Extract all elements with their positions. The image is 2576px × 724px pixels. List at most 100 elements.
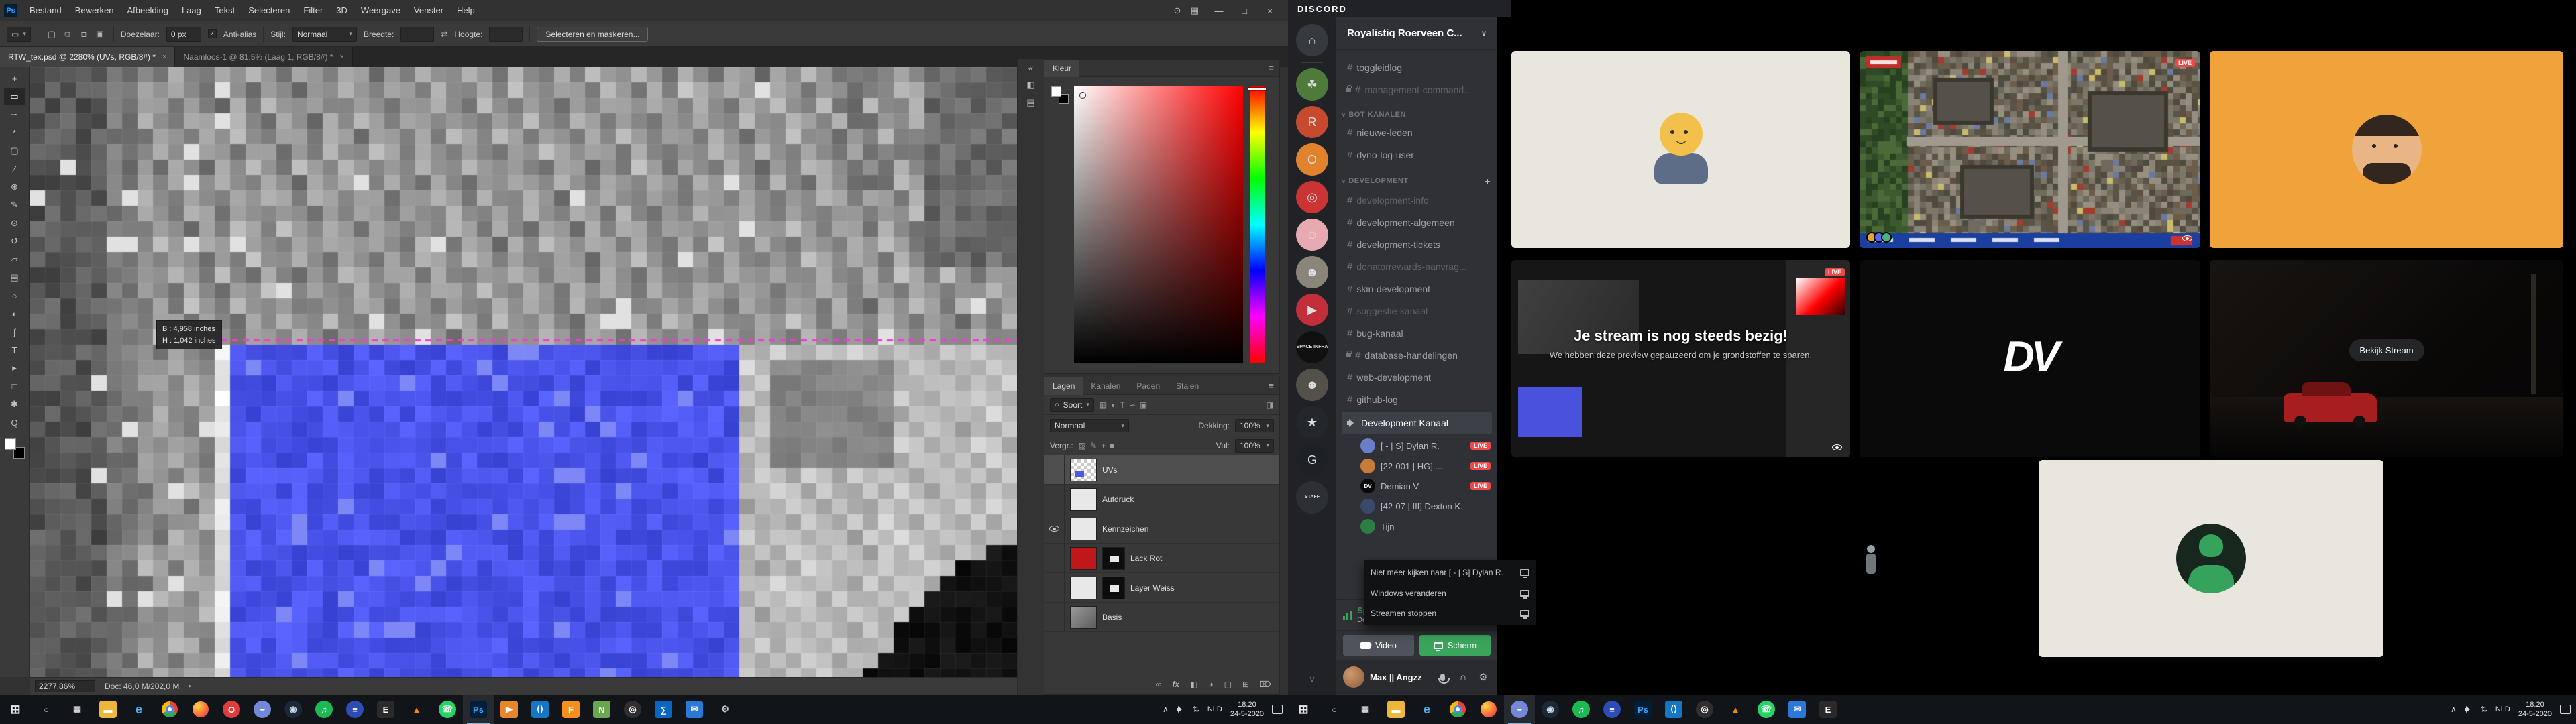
- stream-tile-game-map[interactable]: LIVE: [1860, 51, 2200, 248]
- server-rust[interactable]: R: [1296, 106, 1328, 138]
- taskbar-app-mail[interactable]: ✉: [679, 695, 710, 724]
- channel-donatorrewards-aanvrag-[interactable]: #donatorrewards-aanvrag...: [1342, 256, 1492, 278]
- height-input[interactable]: [489, 27, 523, 42]
- video-button[interactable]: Video: [1343, 635, 1414, 656]
- add-channel-icon[interactable]: +: [1485, 176, 1491, 186]
- layer-thumbnail[interactable]: [1070, 459, 1097, 481]
- eraser-tool[interactable]: ▱: [4, 251, 25, 268]
- group-layers-icon[interactable]: ▢: [1224, 680, 1232, 689]
- servers-scroll-chevron-icon[interactable]: ∨: [1309, 674, 1316, 685]
- menu-item-bewerken[interactable]: Bewerken: [68, 0, 121, 21]
- taskbar-app-task-view[interactable]: ▦: [1350, 695, 1381, 724]
- taskbar-app-phone[interactable]: ☏: [1751, 695, 1782, 724]
- language-indicator[interactable]: NLD: [2496, 705, 2510, 713]
- layer-row[interactable]: Aufdruck: [1044, 485, 1279, 514]
- antialias-checkbox[interactable]: ✓: [208, 29, 217, 38]
- channel-dyno-log-user[interactable]: #dyno-log-user: [1342, 144, 1492, 166]
- deafen-icon[interactable]: ∩: [1456, 672, 1470, 683]
- visibility-toggle[interactable]: [1044, 455, 1065, 485]
- taskbar-app-edge[interactable]: e: [123, 695, 154, 724]
- clone-stamp-tool[interactable]: ⊙: [4, 215, 25, 232]
- move-tool[interactable]: +: [4, 70, 25, 87]
- close-tab-icon[interactable]: ×: [339, 53, 343, 61]
- brush-tool[interactable]: ✎: [4, 196, 25, 214]
- visibility-toggle[interactable]: [1044, 485, 1065, 514]
- taskbar-app-spotify[interactable]: ♫: [1566, 695, 1597, 724]
- taskbar-app-search[interactable]: ○: [31, 695, 62, 724]
- visibility-toggle[interactable]: [1044, 603, 1065, 632]
- blend-mode-select[interactable]: Normaal ▾: [1050, 419, 1129, 432]
- taskbar-app-settings[interactable]: ⚙: [710, 695, 741, 724]
- tool-preset-dropdown[interactable]: ▭ ▾: [7, 27, 31, 42]
- screenshare-button[interactable]: Scherm: [1419, 635, 1491, 656]
- lock-icon[interactable]: +: [1101, 441, 1106, 450]
- channel-development-tickets[interactable]: #development-tickets: [1342, 234, 1492, 255]
- stream-tile-ps-paused[interactable]: Je stream is nog steeds bezig!We hebben …: [1511, 260, 1850, 457]
- tab-kleur[interactable]: Kleur: [1044, 60, 1079, 77]
- type-tool[interactable]: T: [4, 341, 25, 359]
- crop-tool[interactable]: ▢: [4, 142, 25, 160]
- taskbar-app-notepad[interactable]: N: [586, 695, 617, 724]
- document-canvas[interactable]: [30, 67, 1017, 677]
- taskbar-app-start[interactable]: ⊞: [1288, 695, 1319, 724]
- layer-thumbnail[interactable]: [1070, 577, 1097, 599]
- taskbar-app-fivem[interactable]: F: [555, 695, 586, 724]
- channel-section-bot-kanalen[interactable]: ∨BOT KANALEN: [1336, 101, 1497, 121]
- blur-tool[interactable]: ○: [4, 287, 25, 304]
- taskbar-app-file-explorer[interactable]: ▬: [1381, 695, 1411, 724]
- delete-layer-icon[interactable]: ⌦: [1260, 680, 1271, 689]
- path-selection-tool[interactable]: ▸: [4, 359, 25, 377]
- collapse-panels-icon[interactable]: «: [1028, 63, 1033, 73]
- layer-thumbnail[interactable]: [1070, 518, 1097, 540]
- add-mask-icon[interactable]: ◧: [1190, 680, 1197, 689]
- discord-home[interactable]: ⌂: [1296, 24, 1328, 56]
- voice-user[interactable]: [ - | S] Dylan R.LIVE: [1336, 436, 1497, 456]
- dodge-tool[interactable]: ◐: [4, 305, 25, 322]
- stream-tile-dv-logo[interactable]: DV: [1860, 260, 2200, 457]
- menubar-utility-icon[interactable]: ⊙: [1169, 5, 1186, 16]
- tab-lagen[interactable]: Lagen: [1044, 377, 1083, 395]
- adjustment-layer-icon[interactable]: ◑: [1208, 680, 1213, 689]
- taskbar-app-firefox[interactable]: [185, 695, 216, 724]
- channel-bug-kanaal[interactable]: #bug-kanaal: [1342, 322, 1492, 344]
- panel-menu-icon[interactable]: ≡: [1269, 381, 1279, 391]
- lock-icon[interactable]: ▨: [1079, 441, 1086, 450]
- zoom-level-field[interactable]: 2277,86%: [35, 680, 95, 692]
- taskbar-app-steam[interactable]: ◉: [278, 695, 309, 724]
- server-red-circle[interactable]: ◎: [1296, 181, 1328, 213]
- quick-selection-tool[interactable]: *: [4, 124, 25, 141]
- filter-toggle-icon[interactable]: ◨: [1267, 400, 1274, 410]
- layer-row[interactable]: Layer Weiss: [1044, 573, 1279, 603]
- lock-icon[interactable]: ✎: [1090, 441, 1097, 450]
- mute-icon[interactable]: [1440, 674, 1445, 681]
- visibility-toggle[interactable]: [1044, 544, 1065, 573]
- channel-toggleidlog[interactable]: #toggleidlog: [1342, 57, 1492, 78]
- visibility-toggle[interactable]: [1044, 573, 1065, 603]
- menu-item-afbeelding[interactable]: Afbeelding: [121, 0, 175, 21]
- layer-mask-thumbnail[interactable]: [1102, 577, 1125, 599]
- channel-skin-development[interactable]: #skin-development: [1342, 278, 1492, 300]
- stream-tile-garage[interactable]: Bekijk Stream: [2210, 260, 2563, 457]
- hue-slider[interactable]: [1250, 86, 1265, 363]
- hue-marker[interactable]: [1248, 88, 1266, 90]
- tab-paden[interactable]: Paden: [1128, 377, 1168, 395]
- taskbar-app-task-view[interactable]: ▦: [62, 695, 93, 724]
- gradient-tool[interactable]: ▤: [4, 269, 25, 286]
- taskbar-app-epic-games[interactable]: E: [370, 695, 401, 724]
- menu-item-venster[interactable]: Venster: [407, 0, 450, 21]
- taskbar-app-obs[interactable]: ◎: [1689, 695, 1720, 724]
- panel-menu-icon[interactable]: ≡: [1269, 63, 1279, 73]
- watch-stream-button[interactable]: Bekijk Stream: [2349, 339, 2424, 361]
- channel-github-log[interactable]: #github-log: [1342, 389, 1492, 410]
- collapsed-panel-icon[interactable]: ▤: [1026, 97, 1034, 108]
- maximize-button[interactable]: □: [1232, 0, 1257, 21]
- foreground-background-swatches[interactable]: [5, 438, 25, 459]
- taskbar-app-discord[interactable]: ⌣: [247, 695, 278, 724]
- taskbar-app-search[interactable]: ○: [1319, 695, 1350, 724]
- avatar[interactable]: [1343, 666, 1364, 688]
- taskbar-app-opera[interactable]: O: [216, 695, 247, 724]
- boolean-op-icon[interactable]: ▣: [93, 29, 107, 40]
- collapsed-panel-icon[interactable]: ◧: [1026, 80, 1034, 90]
- taskbar-app-start[interactable]: ⊞: [0, 695, 31, 724]
- taskbar-app-chrome[interactable]: [154, 695, 185, 724]
